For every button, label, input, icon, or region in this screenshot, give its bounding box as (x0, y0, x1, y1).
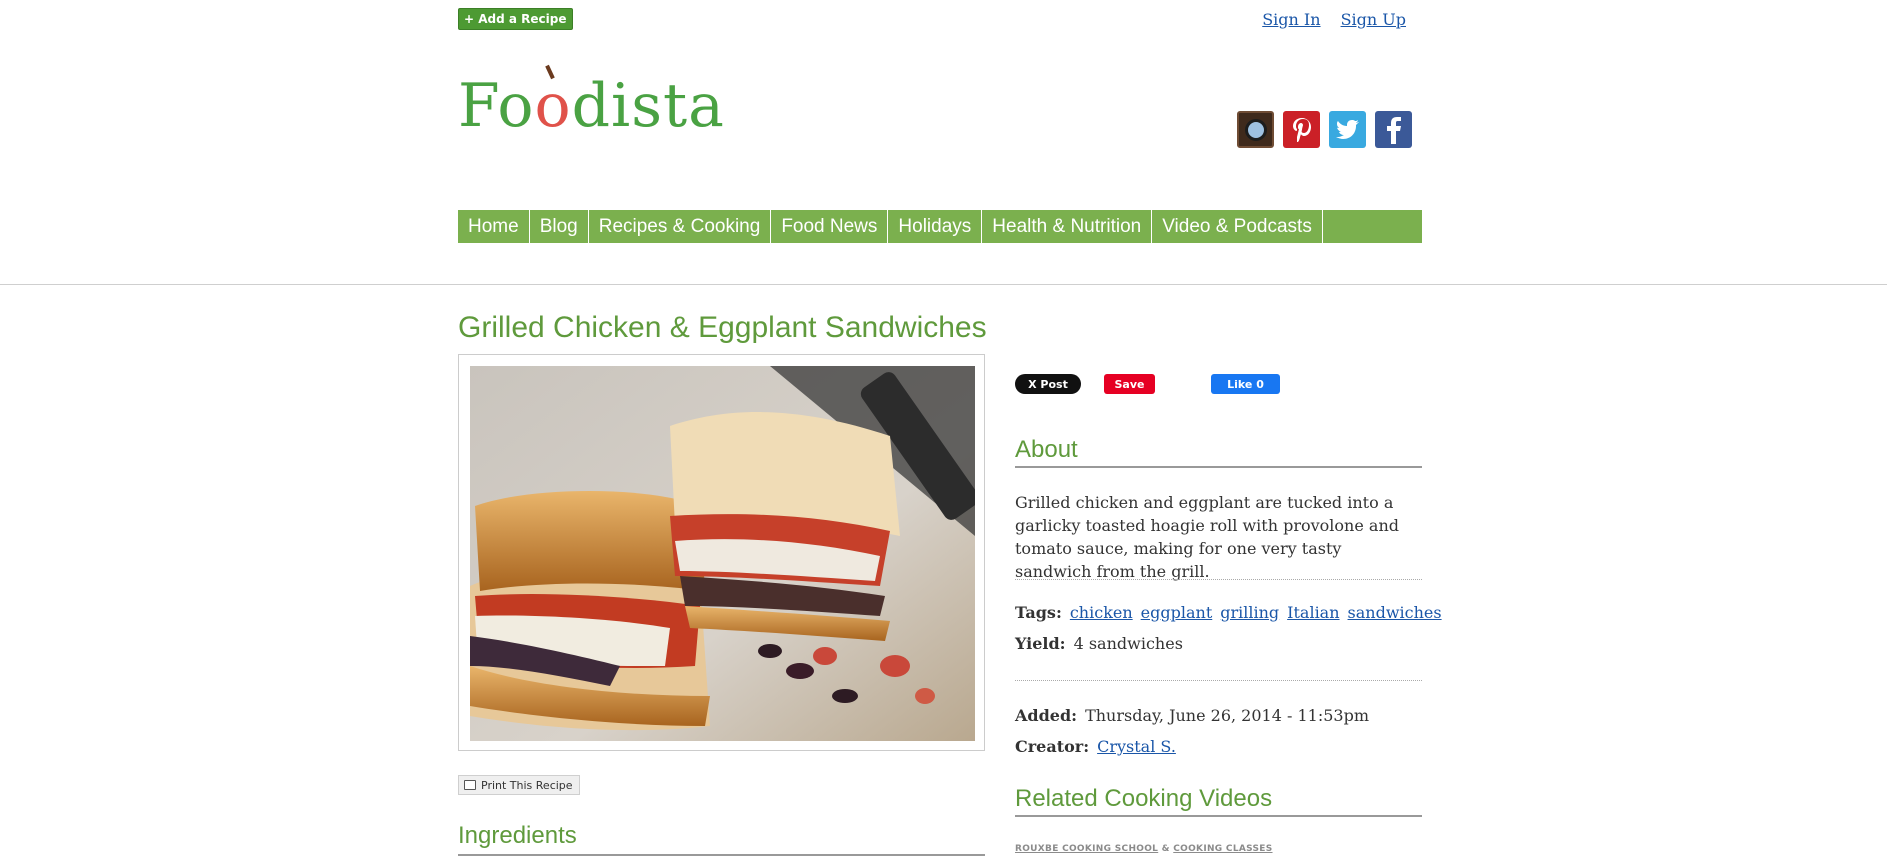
rouxbe-school-link[interactable]: ROUXBE COOKING SCHOOL (1015, 844, 1158, 854)
tag-link[interactable]: chicken (1070, 603, 1133, 622)
nav-recipes-cooking[interactable]: Recipes & Cooking (589, 210, 772, 243)
creator-row: Creator: Crystal S. (1015, 737, 1176, 756)
logo-suffix: dista (571, 71, 725, 141)
social-links (1237, 111, 1412, 148)
foodista-logo[interactable]: Fo odista (458, 64, 725, 136)
added-label: Added: (1015, 706, 1078, 725)
about-heading: About (1015, 436, 1422, 468)
rouxbe-links: ROUXBE COOKING SCHOOL & COOKING CLASSES (1015, 844, 1273, 854)
ingredients-heading: Ingredients (458, 822, 985, 856)
yield-label: Yield: (1015, 634, 1066, 653)
tag-link[interactable]: Italian (1287, 603, 1339, 622)
tag-link[interactable]: eggplant (1141, 603, 1213, 622)
tags-row: Tags: chicken eggplant grilling Italian sandw… (1015, 603, 1450, 622)
facebook-icon[interactable] (1375, 111, 1412, 148)
nav-health-nutrition[interactable]: Health & Nutrition (982, 210, 1153, 243)
pinterest-save-button[interactable]: Save (1104, 374, 1155, 394)
divider (1015, 579, 1422, 580)
yield-value: 4 sandwiches (1073, 634, 1183, 653)
logo-apple-o: o (534, 64, 571, 141)
added-value: Thursday, June 26, 2014 - 11:53pm (1085, 706, 1369, 725)
add-recipe-button[interactable]: + Add a Recipe (458, 8, 573, 30)
twitter-icon[interactable] (1329, 111, 1366, 148)
header-divider (0, 284, 1887, 285)
share-bar: X Post Save Like 0 (1015, 374, 1280, 394)
divider (1015, 680, 1422, 681)
logo-prefix: Fo (458, 71, 535, 141)
facebook-like-button[interactable]: Like 0 (1211, 374, 1280, 394)
nav-holidays[interactable]: Holidays (888, 210, 983, 243)
auth-links: Sign In Sign Up (1242, 10, 1406, 29)
tag-link[interactable]: grilling (1220, 603, 1279, 622)
main-nav: Home Blog Recipes & Cooking Food News Ho… (458, 210, 1422, 243)
related-videos-heading: Related Cooking Videos (1015, 785, 1422, 817)
cooking-classes-link[interactable]: COOKING CLASSES (1173, 844, 1272, 854)
nav-food-news[interactable]: Food News (771, 210, 889, 243)
page-title: Grilled Chicken & Eggplant Sandwiches (458, 311, 987, 344)
yield-row: Yield: 4 sandwiches (1015, 634, 1183, 653)
print-recipe-button[interactable]: Print This Recipe (458, 775, 580, 795)
recipe-image-frame (458, 354, 985, 751)
nav-video-podcasts[interactable]: Video & Podcasts (1152, 210, 1323, 243)
recipe-photo[interactable] (470, 366, 975, 741)
nav-home[interactable]: Home (458, 210, 530, 243)
x-post-button[interactable]: X Post (1015, 374, 1081, 394)
pinterest-icon[interactable] (1283, 111, 1320, 148)
nav-blog[interactable]: Blog (530, 210, 589, 243)
tags-label: Tags: (1015, 603, 1062, 622)
creator-label: Creator: (1015, 737, 1090, 756)
sign-up-link[interactable]: Sign Up (1341, 10, 1406, 29)
about-text: Grilled chicken and eggplant are tucked … (1015, 493, 1399, 581)
tag-link[interactable]: sandwiches (1348, 603, 1442, 622)
print-label: Print This Recipe (481, 779, 573, 792)
printer-icon (464, 780, 476, 790)
sign-in-link[interactable]: Sign In (1262, 10, 1320, 29)
creator-link[interactable]: Crystal S. (1097, 737, 1176, 756)
added-row: Added: Thursday, June 26, 2014 - 11:53pm (1015, 706, 1369, 725)
instagram-icon[interactable] (1237, 111, 1274, 148)
